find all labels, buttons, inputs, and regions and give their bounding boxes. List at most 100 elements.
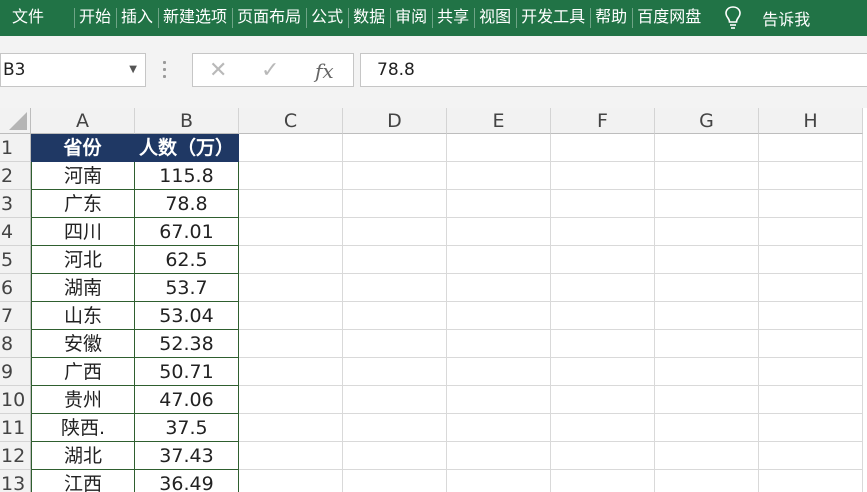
- cell[interactable]: [551, 190, 655, 218]
- enter-icon[interactable]: ✓: [261, 58, 279, 83]
- cell[interactable]: [343, 218, 447, 246]
- ribbon-tab[interactable]: 新建选项: [158, 0, 232, 36]
- table-cell[interactable]: 广东: [31, 190, 135, 218]
- cell[interactable]: [759, 442, 863, 470]
- cell[interactable]: [759, 386, 863, 414]
- ribbon-tab[interactable]: 开发工具: [516, 0, 590, 36]
- row-header[interactable]: 7: [0, 302, 31, 330]
- header-cell[interactable]: 人数（万）: [135, 134, 239, 162]
- cell[interactable]: [759, 414, 863, 442]
- table-cell[interactable]: 47.06: [135, 386, 239, 414]
- cell[interactable]: [759, 190, 863, 218]
- table-cell[interactable]: 湖北: [31, 442, 135, 470]
- name-box[interactable]: B3 ▼: [0, 53, 146, 87]
- cell[interactable]: [551, 414, 655, 442]
- cell[interactable]: [239, 330, 343, 358]
- table-cell[interactable]: 山东: [31, 302, 135, 330]
- cell[interactable]: [239, 414, 343, 442]
- cell[interactable]: [447, 134, 551, 162]
- column-header-f[interactable]: F: [551, 108, 655, 134]
- cell[interactable]: [447, 330, 551, 358]
- cell[interactable]: [343, 134, 447, 162]
- cell[interactable]: [447, 246, 551, 274]
- cell[interactable]: [551, 358, 655, 386]
- column-header-h[interactable]: H: [759, 108, 863, 134]
- table-cell[interactable]: 37.5: [135, 414, 239, 442]
- table-cell[interactable]: 53.7: [135, 274, 239, 302]
- row-header[interactable]: 12: [0, 442, 31, 470]
- column-header-d[interactable]: D: [343, 108, 447, 134]
- cell[interactable]: [655, 470, 759, 492]
- cell[interactable]: [655, 414, 759, 442]
- cell[interactable]: [655, 190, 759, 218]
- cell[interactable]: [655, 442, 759, 470]
- cell[interactable]: [655, 358, 759, 386]
- ribbon-tab[interactable]: 数据: [348, 0, 390, 36]
- cell[interactable]: [343, 442, 447, 470]
- table-cell[interactable]: 52.38: [135, 330, 239, 358]
- column-header-c[interactable]: C: [239, 108, 343, 134]
- row-header[interactable]: 10: [0, 386, 31, 414]
- cell[interactable]: [239, 246, 343, 274]
- insert-function-icon[interactable]: fx: [315, 59, 334, 83]
- cell[interactable]: [447, 302, 551, 330]
- cell[interactable]: [239, 162, 343, 190]
- ribbon-tab[interactable]: 视图: [474, 0, 516, 36]
- cell[interactable]: [447, 358, 551, 386]
- cell[interactable]: [343, 162, 447, 190]
- cell[interactable]: [551, 246, 655, 274]
- cell[interactable]: [343, 274, 447, 302]
- cell[interactable]: [655, 386, 759, 414]
- cell[interactable]: [759, 330, 863, 358]
- cell[interactable]: [343, 386, 447, 414]
- cell[interactable]: [759, 218, 863, 246]
- cell[interactable]: [447, 470, 551, 492]
- row-header[interactable]: 11: [0, 414, 31, 442]
- cell[interactable]: [447, 162, 551, 190]
- cell[interactable]: [239, 302, 343, 330]
- table-cell[interactable]: 安徽: [31, 330, 135, 358]
- row-header[interactable]: 8: [0, 330, 31, 358]
- cancel-icon[interactable]: ✕: [209, 58, 227, 83]
- cell[interactable]: [551, 442, 655, 470]
- cell[interactable]: [655, 330, 759, 358]
- ribbon-tab[interactable]: 页面布局: [232, 0, 306, 36]
- column-header-b[interactable]: B: [135, 108, 239, 134]
- row-header[interactable]: 2: [0, 162, 31, 190]
- ribbon-tab[interactable]: 共享: [432, 0, 474, 36]
- cell[interactable]: [343, 190, 447, 218]
- cell[interactable]: [551, 218, 655, 246]
- tell-me-search[interactable]: 告诉我: [722, 5, 810, 31]
- column-header-g[interactable]: G: [655, 108, 759, 134]
- ribbon-tab[interactable]: 公式: [306, 0, 348, 36]
- table-cell[interactable]: 四川: [31, 218, 135, 246]
- row-header[interactable]: 13: [0, 470, 31, 492]
- row-header[interactable]: 3: [0, 190, 31, 218]
- cell[interactable]: [759, 134, 863, 162]
- row-header[interactable]: 9: [0, 358, 31, 386]
- row-header[interactable]: 4: [0, 218, 31, 246]
- cell[interactable]: [447, 190, 551, 218]
- ribbon-tab[interactable]: 文件: [0, 0, 74, 36]
- cell[interactable]: [655, 134, 759, 162]
- cell[interactable]: [759, 246, 863, 274]
- cell[interactable]: [239, 134, 343, 162]
- row-header[interactable]: 6: [0, 274, 31, 302]
- table-cell[interactable]: 36.49: [135, 470, 239, 492]
- table-cell[interactable]: 53.04: [135, 302, 239, 330]
- cell[interactable]: [239, 442, 343, 470]
- cell[interactable]: [447, 386, 551, 414]
- cell[interactable]: [343, 246, 447, 274]
- cell[interactable]: [239, 470, 343, 492]
- cell[interactable]: [239, 358, 343, 386]
- cell[interactable]: [343, 414, 447, 442]
- row-header[interactable]: 1: [0, 134, 31, 162]
- cell[interactable]: [239, 274, 343, 302]
- cell[interactable]: [447, 442, 551, 470]
- cell[interactable]: [551, 162, 655, 190]
- header-cell[interactable]: 省份: [31, 134, 135, 162]
- table-cell[interactable]: 陕西.: [31, 414, 135, 442]
- cell[interactable]: [447, 274, 551, 302]
- cell[interactable]: [551, 134, 655, 162]
- cell[interactable]: [551, 274, 655, 302]
